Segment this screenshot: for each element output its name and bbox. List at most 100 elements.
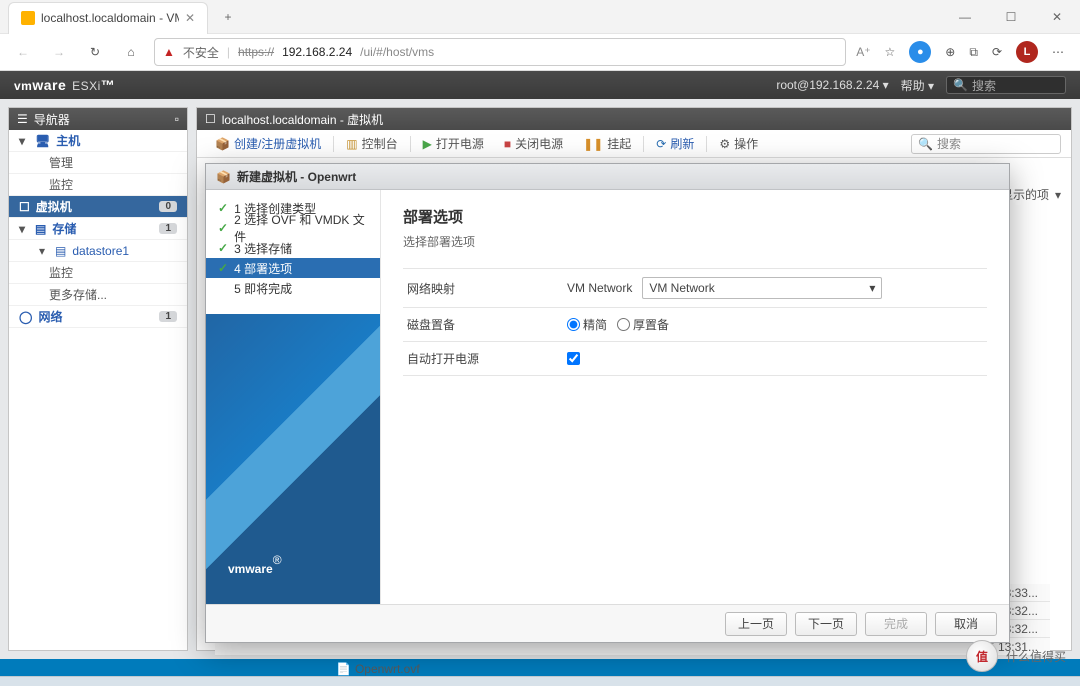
taskbar-download[interactable]: 📄Openwrt.ovf bbox=[336, 662, 420, 676]
poweron-button[interactable]: ▶打开电源 bbox=[415, 133, 492, 155]
wizard-step-2[interactable]: ✓2 选择 OVF 和 VMDK 文件 bbox=[206, 218, 380, 238]
refresh-button[interactable]: ↻ bbox=[82, 45, 108, 59]
separator bbox=[333, 136, 334, 152]
refresh-button[interactable]: ⟳刷新 bbox=[648, 133, 702, 155]
vmware-esxi-logo: vmware ESXi™ bbox=[14, 77, 115, 93]
nav-ds-monitor[interactable]: 监控 bbox=[9, 262, 187, 284]
new-tab-button[interactable]: + bbox=[214, 3, 242, 31]
wizard-step-5[interactable]: ✓5 即将完成 bbox=[206, 278, 380, 298]
maximize-button[interactable]: ☐ bbox=[988, 0, 1034, 34]
nav-host-manage[interactable]: 管理 bbox=[9, 152, 187, 174]
esxi-header: vmware ESXi™ root@192.168.2.24 ▾ 帮助 ▾ 🔍 … bbox=[0, 71, 1080, 99]
profile-avatar[interactable]: L bbox=[1016, 41, 1038, 63]
nav-storage[interactable]: ▾▤存储1 bbox=[9, 218, 187, 240]
esxi-header-right: root@192.168.2.24 ▾ 帮助 ▾ 🔍 搜索 bbox=[776, 76, 1066, 94]
home-button[interactable]: ⌂ bbox=[118, 45, 144, 59]
check-icon: ✓ bbox=[218, 261, 228, 275]
radio-thick[interactable]: 厚置备 bbox=[617, 316, 669, 333]
network-icon: ◯ bbox=[19, 310, 32, 324]
row-network-mapping: 网络映射 VM Network VM Network ▾ bbox=[403, 268, 987, 307]
smzdm-watermark: 值 什么值得买 bbox=[966, 640, 1066, 672]
power-label: 自动打开电源 bbox=[407, 350, 567, 367]
storage-icon: ▤ bbox=[35, 222, 46, 236]
wizard-body: ✓1 选择创建类型 ✓2 选择 OVF 和 VMDK 文件 ✓3 选择存储 ✓4… bbox=[206, 190, 1009, 604]
prev-button[interactable]: 上一页 bbox=[725, 612, 787, 636]
nav-datastore1[interactable]: ▾▤datastore1 bbox=[9, 240, 187, 262]
close-window-button[interactable]: ✕ bbox=[1034, 0, 1080, 34]
wizard-content: 部署选项 选择部署选项 网络映射 VM Network VM Network ▾… bbox=[381, 190, 1009, 604]
wizard-illustration: vmware® bbox=[206, 314, 380, 604]
check-icon: ✓ bbox=[218, 221, 228, 235]
vm-count-badge: 0 bbox=[159, 201, 177, 212]
suspend-button[interactable]: ❚❚挂起 bbox=[575, 133, 639, 155]
vm-search-input[interactable]: 🔍搜索 bbox=[911, 134, 1061, 154]
search-icon: 🔍 bbox=[918, 137, 933, 151]
wizard-icon: 📦 bbox=[216, 170, 231, 184]
radio-thin[interactable]: 精简 bbox=[567, 316, 607, 333]
separator bbox=[643, 136, 644, 152]
reader-icon[interactable]: A⁺ bbox=[856, 45, 870, 59]
browser-tab[interactable]: localhost.localdomain - VMware ✕ bbox=[8, 2, 208, 34]
step-heading: 部署选项 bbox=[403, 206, 987, 227]
auto-power-checkbox[interactable] bbox=[567, 352, 580, 365]
thin-radio-input[interactable] bbox=[567, 318, 580, 331]
nav-network[interactable]: ◯网络1 bbox=[9, 306, 187, 328]
host-icon: 🖥 bbox=[35, 134, 50, 148]
address-bar: ← → ↻ ⌂ ▲ 不安全 | https://192.168.2.24/ui/… bbox=[0, 34, 1080, 70]
help-menu[interactable]: 帮助 ▾ bbox=[901, 77, 934, 94]
more-icon[interactable]: ⋯ bbox=[1052, 45, 1064, 59]
check-icon: ✓ bbox=[218, 201, 228, 215]
separator: | bbox=[227, 45, 230, 59]
pause-icon: ❚❚ bbox=[583, 137, 603, 151]
toolbar-right: A⁺ ☆ ● ⊕ ⧉ ⟳ L ⋯ bbox=[856, 41, 1070, 63]
sync-icon[interactable]: ⟳ bbox=[992, 45, 1002, 59]
forward-button[interactable]: → bbox=[46, 45, 72, 59]
nav-host[interactable]: ▾🖥主机 bbox=[9, 130, 187, 152]
console-button[interactable]: ▥控制台 bbox=[338, 133, 405, 155]
smzdm-text: 什么值得买 bbox=[1006, 648, 1066, 665]
content-title: ☐ localhost.localdomain - 虚拟机 bbox=[197, 108, 1071, 130]
extension-add-icon[interactable]: ⊕ bbox=[945, 45, 955, 59]
vm-icon: ☐ bbox=[19, 200, 30, 214]
cancel-button[interactable]: 取消 bbox=[935, 612, 997, 636]
thick-radio-input[interactable] bbox=[617, 318, 630, 331]
url-protocol: https:// bbox=[238, 45, 274, 59]
chevron-down-icon[interactable]: ▾ bbox=[1055, 188, 1061, 202]
finish-button[interactable]: 完成 bbox=[865, 612, 927, 636]
disk-label: 磁盘置备 bbox=[407, 316, 567, 333]
navigator-panel: ☰ 导航器 ▫ ▾🖥主机 管理 监控 ☐虚拟机0 ▾▤存储1 ▾▤datasto… bbox=[8, 107, 188, 651]
gear-icon: ⚙ bbox=[719, 137, 730, 151]
nav-host-monitor[interactable]: 监控 bbox=[9, 174, 187, 196]
nav-vms[interactable]: ☐虚拟机0 bbox=[9, 196, 187, 218]
next-button[interactable]: 下一页 bbox=[795, 612, 857, 636]
warning-icon: ▲ bbox=[163, 45, 175, 59]
stop-icon: ■ bbox=[504, 137, 511, 151]
url-input[interactable]: ▲ 不安全 | https://192.168.2.24/ui/#/host/v… bbox=[154, 38, 846, 66]
global-search-input[interactable]: 🔍 搜索 bbox=[946, 76, 1066, 94]
smzdm-badge: 值 bbox=[966, 640, 998, 672]
user-menu[interactable]: root@192.168.2.24 ▾ bbox=[776, 78, 888, 92]
wizard-step-4[interactable]: ✓4 部署选项 bbox=[206, 258, 380, 278]
vmware-logo: vmware® bbox=[228, 552, 282, 580]
search-icon: 🔍 bbox=[953, 78, 968, 92]
collections-icon[interactable]: ⧉ bbox=[969, 45, 978, 60]
actions-button[interactable]: ⚙操作 bbox=[711, 133, 766, 155]
extension-blue-icon[interactable]: ● bbox=[909, 41, 931, 63]
url-path: /ui/#/host/vms bbox=[360, 45, 434, 59]
back-button[interactable]: ← bbox=[10, 45, 36, 59]
network-select[interactable]: VM Network ▾ bbox=[642, 277, 882, 299]
nav-icon: ☰ bbox=[17, 112, 28, 126]
close-icon[interactable]: ✕ bbox=[185, 11, 195, 25]
vmware-favicon bbox=[21, 11, 35, 25]
create-vm-button[interactable]: 📦创建/注册虚拟机 bbox=[207, 133, 329, 155]
storage-count-badge: 1 bbox=[159, 223, 177, 234]
row-disk-provision: 磁盘置备 精简 厚置备 bbox=[403, 307, 987, 341]
star-icon[interactable]: ☆ bbox=[885, 45, 896, 59]
minimize-button[interactable]: — bbox=[942, 0, 988, 34]
window-controls: — ☐ ✕ bbox=[942, 0, 1080, 34]
os-taskbar bbox=[0, 676, 1080, 686]
nav-more-storage[interactable]: 更多存储... bbox=[9, 284, 187, 306]
collapse-icon[interactable]: ▫ bbox=[175, 112, 179, 126]
poweroff-button[interactable]: ■关闭电源 bbox=[496, 133, 571, 155]
separator bbox=[410, 136, 411, 152]
